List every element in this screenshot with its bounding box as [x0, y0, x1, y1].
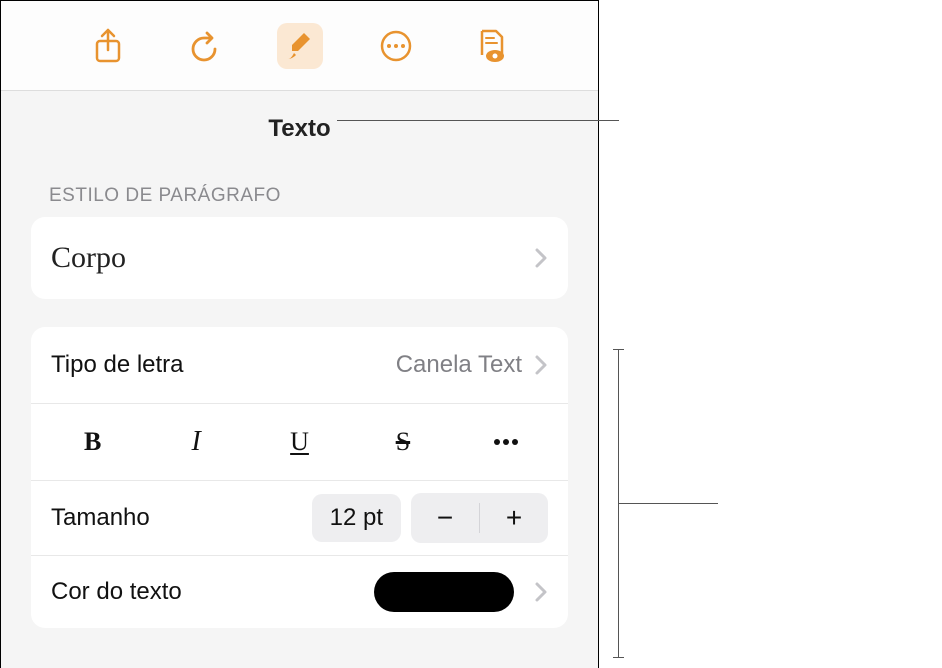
- size-decrease-button[interactable]: −: [411, 493, 479, 543]
- size-increase-button[interactable]: +: [480, 493, 548, 543]
- chevron-right-icon: [534, 353, 548, 377]
- paragraph-style-row[interactable]: Corpo: [31, 217, 568, 299]
- paragraph-style-header: ESTILO DE PARÁGRAFO: [1, 167, 598, 217]
- bold-button[interactable]: B: [41, 422, 144, 462]
- callout-line: [337, 120, 619, 121]
- callout-line: [618, 503, 718, 504]
- brush-icon: [284, 29, 316, 63]
- document-eye-icon: [477, 28, 507, 64]
- text-color-label: Cor do texto: [51, 578, 182, 606]
- text-color-row[interactable]: Cor do texto: [31, 556, 568, 628]
- chevron-right-icon: [534, 246, 548, 270]
- more-formatting-button[interactable]: [455, 422, 558, 462]
- share-icon: [93, 28, 123, 64]
- underline-button[interactable]: U: [248, 422, 351, 462]
- chevron-right-icon: [534, 580, 548, 604]
- format-toggles-row: B I U S: [31, 404, 568, 481]
- share-button[interactable]: [85, 23, 131, 69]
- font-family-row[interactable]: Tipo de letra Canela Text: [31, 327, 568, 404]
- ellipsis-icon: [492, 437, 520, 447]
- strikethrough-button[interactable]: S: [351, 422, 454, 462]
- format-panel: Texto ESTILO DE PARÁGRAFO Corpo Tipo de …: [0, 0, 599, 668]
- format-brush-button[interactable]: [277, 23, 323, 69]
- size-value[interactable]: 12 pt: [312, 494, 401, 542]
- panel-body: Texto ESTILO DE PARÁGRAFO Corpo Tipo de …: [1, 91, 598, 668]
- font-value: Canela Text: [396, 351, 522, 379]
- font-card: Tipo de letra Canela Text B I U S: [31, 327, 568, 628]
- paragraph-style-card: Corpo: [31, 217, 568, 299]
- toolbar: [1, 1, 598, 91]
- callout-line: [613, 349, 624, 350]
- more-circle-icon: [379, 29, 413, 63]
- size-label: Tamanho: [51, 504, 150, 532]
- panel-title: Texto: [1, 91, 598, 167]
- size-row: Tamanho 12 pt − +: [31, 481, 568, 556]
- italic-button[interactable]: I: [144, 422, 247, 462]
- size-stepper: − +: [411, 493, 548, 543]
- more-button[interactable]: [373, 23, 419, 69]
- callout-line: [613, 657, 624, 658]
- font-label: Tipo de letra: [51, 351, 184, 379]
- view-mode-button[interactable]: [469, 23, 515, 69]
- text-color-swatch[interactable]: [374, 572, 514, 612]
- undo-button[interactable]: [181, 23, 227, 69]
- paragraph-style-value: Corpo: [51, 241, 126, 275]
- undo-icon: [187, 29, 221, 63]
